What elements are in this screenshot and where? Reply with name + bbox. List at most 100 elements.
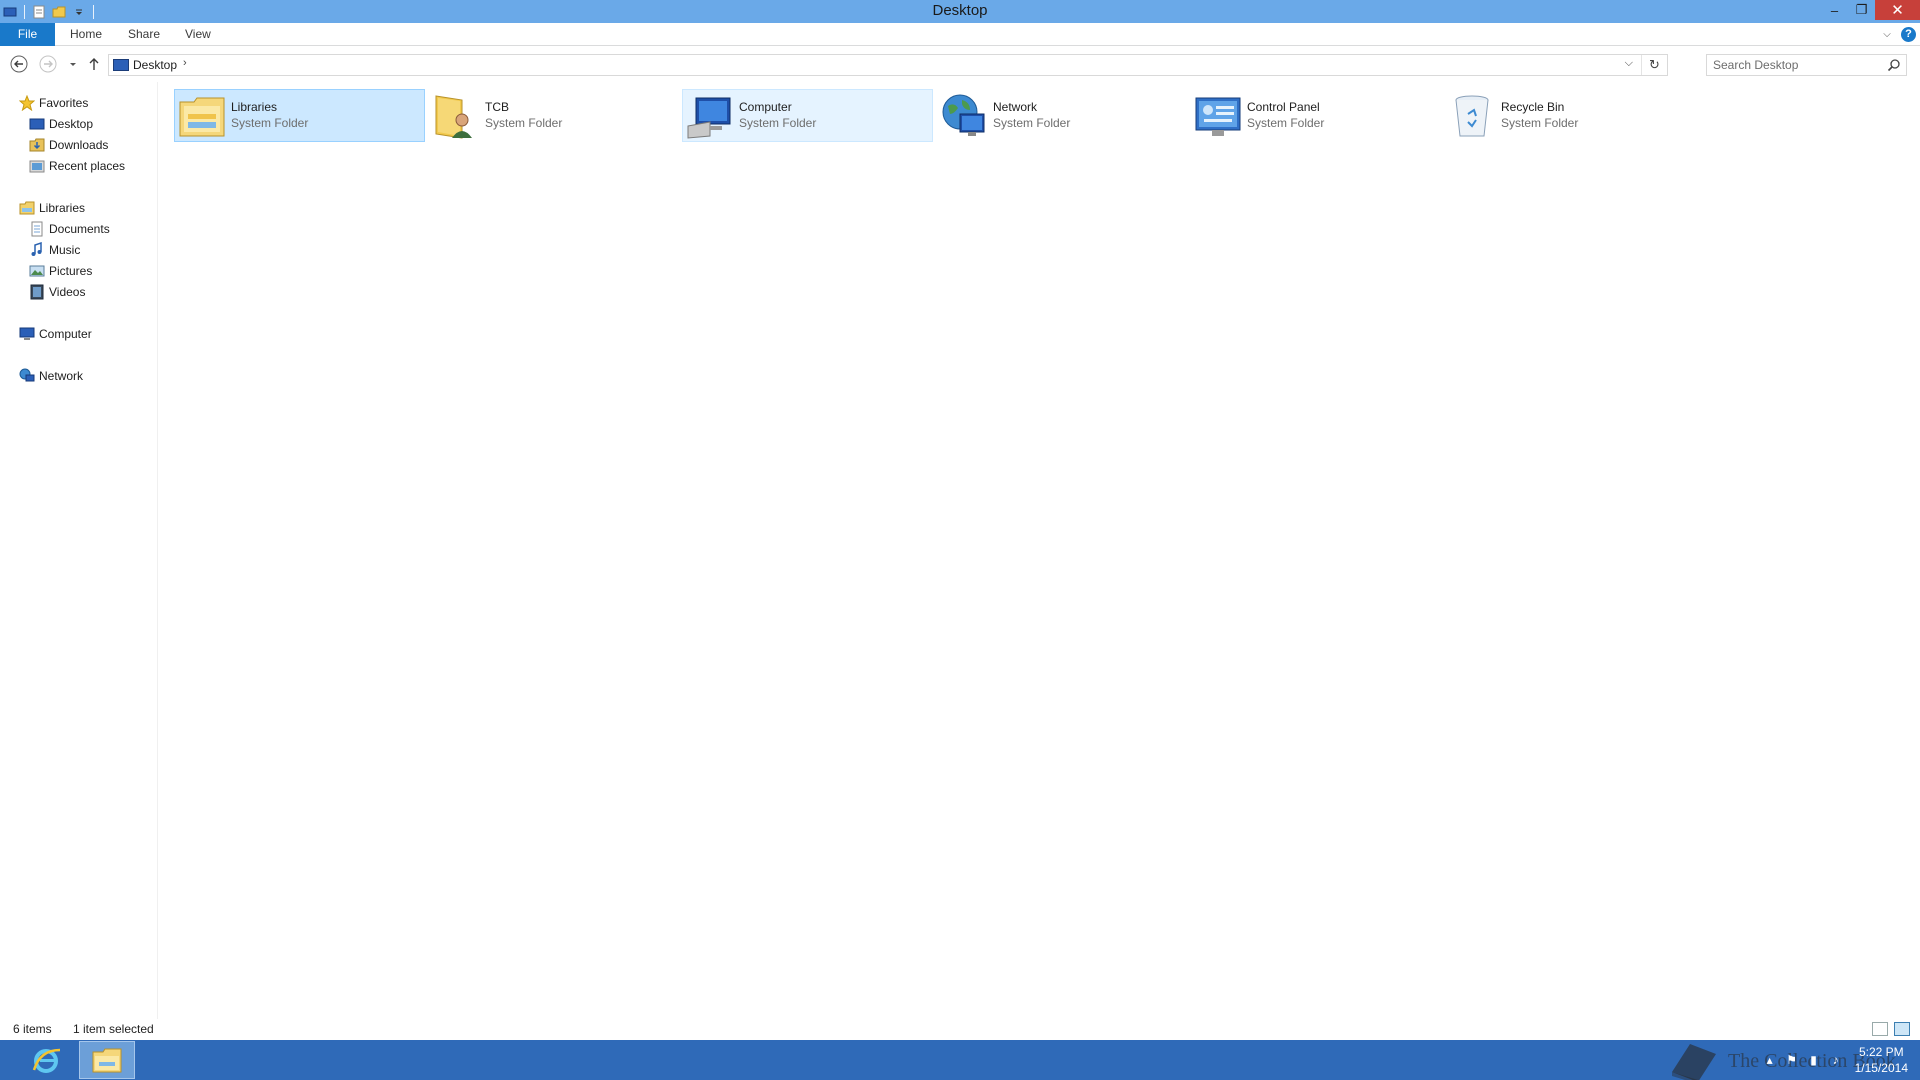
- nav-label: Computer: [39, 327, 92, 341]
- view-switcher: [1872, 1022, 1910, 1036]
- nav-label: Network: [39, 369, 84, 383]
- title-bar: Desktop – ❐ ✕: [0, 0, 1920, 23]
- nav-network[interactable]: Network: [19, 366, 83, 386]
- pictures-icon: [29, 263, 45, 279]
- content-pane: Libraries System Folder TCB System Folde…: [160, 82, 1920, 1019]
- taskbar-file-explorer[interactable]: [79, 1041, 135, 1079]
- item-type: System Folder: [485, 116, 563, 130]
- nav-computer[interactable]: Computer: [19, 324, 92, 344]
- status-bar: 6 items 1 item selected: [0, 1019, 1920, 1040]
- internet-explorer-icon: [32, 1048, 61, 1073]
- item-recycle-bin[interactable]: Recycle Bin System Folder: [1444, 89, 1695, 142]
- window-title: Desktop: [932, 2, 988, 19]
- refresh-button[interactable]: ↻: [1641, 55, 1667, 75]
- address-bar[interactable]: Desktop › ⌵ ↻: [108, 54, 1668, 76]
- nav-label: Desktop: [49, 117, 94, 131]
- recycle-bin-icon: [1448, 92, 1496, 140]
- window-controls: – ❐ ✕: [1821, 0, 1920, 20]
- downloads-icon: [29, 137, 45, 153]
- file-explorer-icon: [92, 1048, 122, 1073]
- nav-label: Libraries: [39, 201, 86, 215]
- control-panel-icon: [1194, 92, 1242, 140]
- nav-videos[interactable]: Videos: [29, 282, 85, 302]
- user-folder-icon: [432, 92, 480, 140]
- item-name: TCB: [485, 100, 509, 114]
- volume-icon[interactable]: ♪: [1825, 1053, 1847, 1067]
- nav-libraries[interactable]: Libraries: [19, 198, 85, 218]
- network-icon: [19, 368, 35, 384]
- nav-label: Recent places: [49, 159, 126, 173]
- up-button[interactable]: [84, 54, 104, 74]
- item-name: Recycle Bin: [1501, 100, 1565, 114]
- system-tray: ▴ ⚑ ▮ ♪ 5:22 PM 1/15/2014: [1759, 1040, 1914, 1080]
- minimize-button[interactable]: –: [1821, 0, 1848, 20]
- show-hidden-icons-icon[interactable]: ▴: [1759, 1053, 1781, 1067]
- tab-home[interactable]: Home: [56, 23, 116, 46]
- star-icon: [19, 95, 35, 111]
- tiles-view-icon[interactable]: [1894, 1022, 1910, 1036]
- breadcrumb-separator[interactable]: ›: [183, 57, 187, 69]
- item-network[interactable]: Network System Folder: [936, 89, 1187, 142]
- item-name: Control Panel: [1247, 100, 1320, 114]
- nav-label: Videos: [49, 285, 86, 299]
- action-center-flag-icon[interactable]: ⚑: [1781, 1053, 1803, 1067]
- item-count: 6 items: [13, 1022, 52, 1036]
- nav-label: Downloads: [49, 138, 109, 152]
- item-name: Libraries: [231, 100, 278, 114]
- close-button[interactable]: ✕: [1875, 0, 1920, 20]
- details-view-icon[interactable]: [1872, 1022, 1888, 1036]
- network-icon: [940, 92, 988, 140]
- clock-time: 5:22 PM: [1858, 1045, 1904, 1059]
- back-arrow-icon: [10, 55, 28, 73]
- recent-places-icon: [29, 158, 45, 174]
- recent-locations-button[interactable]: [63, 54, 83, 74]
- tab-share[interactable]: Share: [114, 23, 174, 46]
- search-box[interactable]: [1706, 54, 1907, 76]
- item-name: Computer: [739, 100, 792, 114]
- back-button[interactable]: [9, 54, 29, 74]
- computer-icon: [19, 326, 35, 342]
- taskbar-internet-explorer[interactable]: [18, 1041, 74, 1079]
- up-arrow-icon: [89, 58, 99, 70]
- address-dropdown-icon[interactable]: ⌵: [1625, 57, 1633, 70]
- nav-label: Documents: [49, 222, 110, 236]
- nav-label: Pictures: [49, 264, 93, 278]
- libraries-icon: [19, 200, 35, 216]
- item-type: System Folder: [1247, 116, 1325, 130]
- nav-music[interactable]: Music: [29, 240, 80, 260]
- selection-count: 1 item selected: [73, 1022, 154, 1036]
- expand-ribbon-icon[interactable]: ⌵: [1877, 29, 1897, 40]
- item-libraries[interactable]: Libraries System Folder: [174, 89, 425, 142]
- network-status-icon[interactable]: ▮: [1803, 1053, 1825, 1067]
- forward-button[interactable]: [38, 54, 58, 74]
- forward-arrow-icon: [39, 55, 57, 73]
- nav-recent-places[interactable]: Recent places: [29, 156, 125, 176]
- nav-favorites[interactable]: Favorites: [19, 93, 88, 113]
- navigation-pane: Favorites Desktop Downloads Recent place…: [0, 82, 158, 1019]
- nav-label: Music: [49, 243, 81, 257]
- item-tcb[interactable]: TCB System Folder: [428, 89, 679, 142]
- documents-icon: [29, 221, 45, 237]
- music-icon: [29, 242, 45, 258]
- search-icon[interactable]: [1887, 58, 1901, 72]
- libraries-icon: [178, 92, 226, 140]
- nav-pictures[interactable]: Pictures: [29, 261, 92, 281]
- breadcrumb-desktop[interactable]: Desktop: [133, 58, 177, 72]
- clock[interactable]: 5:22 PM 1/15/2014: [1855, 1044, 1908, 1076]
- search-input[interactable]: [1707, 55, 1882, 75]
- ribbon: File Home Share View ⌵ ?: [0, 23, 1920, 46]
- item-type: System Folder: [1501, 116, 1579, 130]
- item-control-panel[interactable]: Control Panel System Folder: [1190, 89, 1441, 142]
- chevron-down-icon: [70, 63, 76, 66]
- nav-desktop[interactable]: Desktop: [29, 114, 93, 134]
- nav-downloads[interactable]: Downloads: [29, 135, 108, 155]
- item-computer[interactable]: Computer System Folder: [682, 89, 933, 142]
- desktop-icon: [113, 59, 129, 71]
- tab-file[interactable]: File: [0, 23, 55, 46]
- nav-documents[interactable]: Documents: [29, 219, 110, 239]
- restore-button[interactable]: ❐: [1848, 0, 1875, 20]
- item-type: System Folder: [231, 116, 309, 130]
- tab-view[interactable]: View: [171, 23, 225, 46]
- computer-icon: [686, 92, 734, 140]
- help-icon[interactable]: ?: [1901, 27, 1916, 42]
